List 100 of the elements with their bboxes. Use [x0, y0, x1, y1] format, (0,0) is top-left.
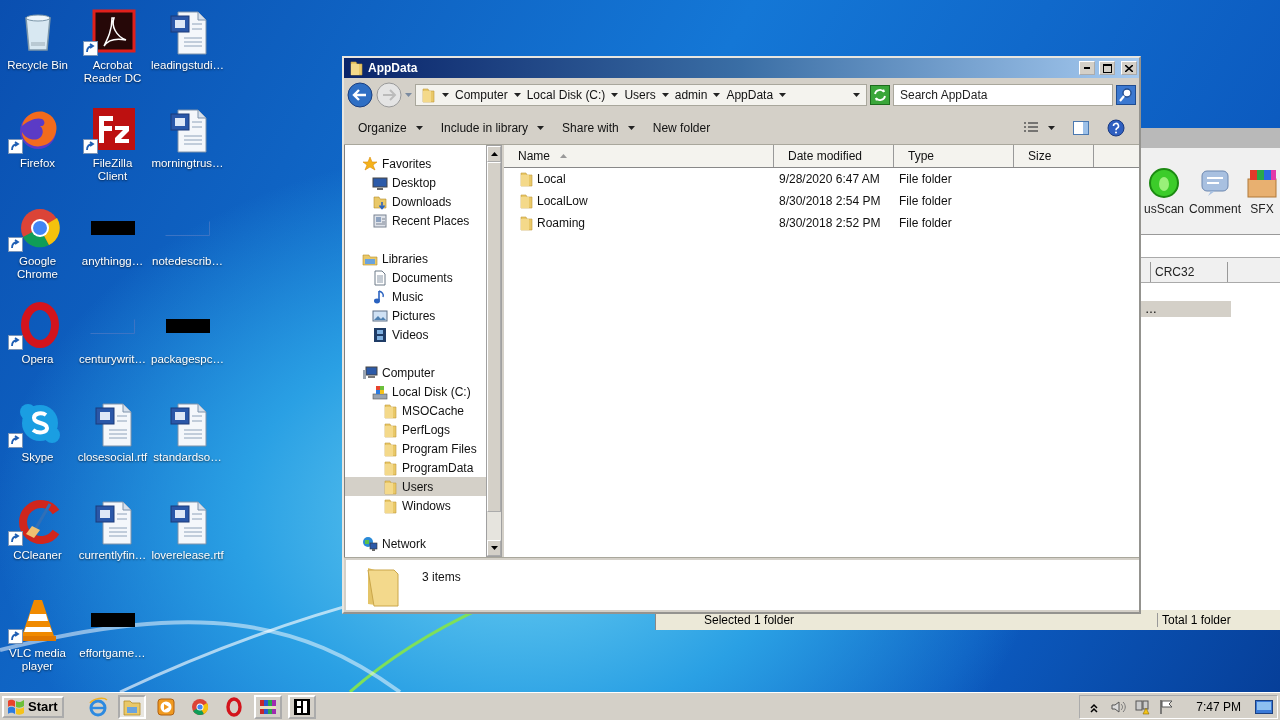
folder-icon: [420, 87, 436, 103]
desktop-icon[interactable]: morningtrus…: [150, 106, 225, 170]
app-window-icon: [291, 696, 312, 717]
desktop-icon[interactable]: effortgame…: [75, 596, 150, 660]
back-button[interactable]: [347, 82, 373, 108]
breadcrumb[interactable]: AppData: [726, 88, 774, 102]
nav-item[interactable]: Favorites: [345, 154, 486, 173]
column-header[interactable]: Name: [504, 145, 774, 167]
app-logo-icon: [189, 696, 210, 717]
toolbar-button[interactable]: SFX: [1246, 166, 1278, 216]
desktop-icon[interactable]: Google Chrome: [0, 204, 75, 281]
speaker-icon[interactable]: [1110, 698, 1127, 715]
breadcrumb[interactable]: Users: [624, 88, 656, 102]
refresh-icon: [870, 85, 890, 105]
column-header[interactable]: Type: [894, 145, 1014, 167]
status-text: Selected 1 folder: [704, 613, 796, 627]
address-bar[interactable]: Computer Local Disk (C:) Users admin AppData: [415, 84, 867, 106]
history-caret-icon: [405, 93, 412, 97]
scrollbar[interactable]: [486, 145, 502, 557]
desktop-icon[interactable]: FileZilla Client: [75, 106, 150, 183]
file-name[interactable]: Local: [504, 171, 774, 187]
folder-icon: [382, 478, 398, 495]
nav-item[interactable]: Windows: [345, 496, 486, 515]
folder-icon: [382, 402, 398, 419]
nav-item[interactable]: Videos: [345, 325, 486, 344]
column-header[interactable]: Size: [1014, 145, 1094, 167]
scroll-up-button[interactable]: [487, 146, 501, 162]
desktop-icon[interactable]: CCleaner: [0, 498, 75, 562]
nav-item[interactable]: Libraries: [345, 249, 486, 268]
taskbar-button[interactable]: [253, 694, 282, 719]
toolbar-button[interactable]: Comment: [1189, 166, 1241, 216]
film-icon: [372, 326, 388, 343]
file-row[interactable]: …: [1141, 301, 1231, 317]
folder-icon: [372, 193, 388, 210]
desktop-icon[interactable]: leadingstudi…: [150, 8, 225, 72]
desktop-icon[interactable]: notedescrib…: [150, 204, 225, 268]
browser-e-icon: [87, 696, 108, 717]
nav-item[interactable]: MSOCache: [345, 401, 486, 420]
desktop-icon[interactable]: Recycle Bin: [0, 8, 75, 72]
monitor-icon: [372, 174, 388, 191]
breadcrumb[interactable]: Local Disk (C:): [526, 88, 606, 102]
show-desktop-icon[interactable]: [1255, 698, 1273, 715]
desktop-icon[interactable]: standardso…: [150, 400, 225, 464]
desktop-icon[interactable]: Opera: [0, 302, 75, 366]
breadcrumb[interactable]: Computer: [455, 88, 508, 102]
list-view-icon: [1023, 121, 1039, 135]
desktop-icon[interactable]: Firefox: [0, 106, 75, 170]
column-header[interactable]: CRC32: [1150, 262, 1228, 282]
close-button[interactable]: [1121, 61, 1137, 75]
network-warning-icon[interactable]: [1134, 698, 1151, 715]
desktop-icon[interactable]: Acrobat Reader DC: [75, 8, 150, 85]
toolbar-button[interactable]: Organize: [350, 117, 431, 139]
search-field[interactable]: Search AppData: [893, 84, 1113, 106]
minimize-button[interactable]: [1079, 61, 1095, 75]
nav-item[interactable]: Network: [345, 534, 486, 553]
nav-item[interactable]: Program Files: [345, 439, 486, 458]
toolbar-button[interactable]: Include in library: [432, 117, 553, 139]
file-name[interactable]: Roaming: [504, 215, 774, 231]
search-button[interactable]: [1116, 85, 1136, 105]
nav-item[interactable]: Pictures: [345, 306, 486, 325]
nav-item[interactable]: Local Disk (C:): [345, 382, 486, 401]
nav-item[interactable]: Music: [345, 287, 486, 306]
nav-item[interactable]: Desktop: [345, 173, 486, 192]
toolbar-button[interactable]: Share with: [554, 117, 643, 139]
chevron-icon: [513, 93, 521, 97]
folder-icon: [382, 497, 398, 514]
desktop-icon[interactable]: anythingg…: [75, 204, 150, 268]
nav-item[interactable]: Documents: [345, 268, 486, 287]
maximize-button[interactable]: [1099, 61, 1115, 75]
nav-item[interactable]: ProgramData: [345, 458, 486, 477]
clock[interactable]: 7:47 PM: [1196, 699, 1241, 714]
down-arrow-icon: [490, 546, 498, 550]
desktop-icon[interactable]: Skype: [0, 400, 75, 464]
maximize-icon: [1102, 63, 1112, 73]
desktop-icon[interactable]: centurywrit…: [75, 302, 150, 366]
table-cell-text: 9/28/2020 6:47 AM: [778, 172, 881, 186]
nav-item[interactable]: Downloads: [345, 192, 486, 211]
flag-icon[interactable]: [1158, 698, 1175, 715]
table-cell-text: 8/30/2018 2:54 PM: [778, 194, 882, 208]
desktop-icon[interactable]: closesocial.rtf: [75, 400, 150, 464]
desktop-icon[interactable]: VLC media player: [0, 596, 75, 673]
breadcrumb[interactable]: admin: [674, 88, 708, 102]
nav-item[interactable]: Recent Places: [345, 211, 486, 230]
desktop-icon[interactable]: currentlyfin…: [75, 498, 150, 562]
bug-scan-icon: [1147, 166, 1180, 199]
refresh-button[interactable]: [870, 85, 890, 105]
nav-item[interactable]: Users: [345, 477, 486, 496]
file-name[interactable]: LocalLow: [504, 193, 774, 209]
folder-icon: [518, 193, 534, 209]
toolbar-button[interactable]: New folder: [644, 117, 719, 139]
nav-item[interactable]: PerfLogs: [345, 420, 486, 439]
nav-item[interactable]: Computer: [345, 363, 486, 382]
start-button[interactable]: Start: [2, 695, 64, 718]
taskbar-button[interactable]: [287, 694, 316, 719]
column-header[interactable]: Date modified: [774, 145, 894, 167]
desktop-icon[interactable]: packagespc…: [150, 302, 225, 366]
scroll-down-button[interactable]: [487, 540, 501, 556]
document-icon: [372, 269, 388, 286]
item-count: 3 items: [422, 570, 461, 584]
toolbar-button[interactable]: usScan: [1143, 166, 1184, 216]
